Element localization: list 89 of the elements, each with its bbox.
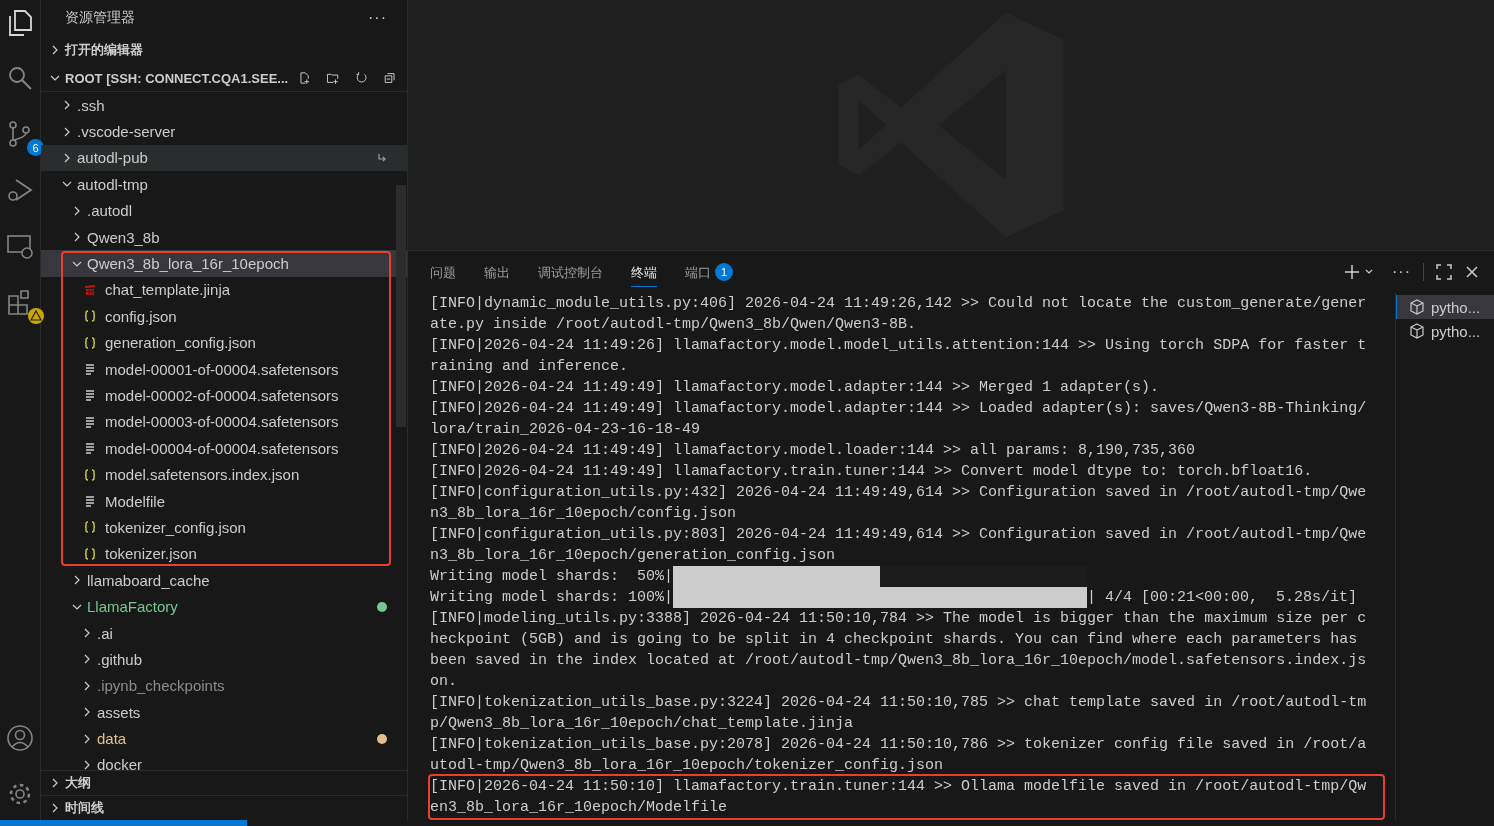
terminal-line: utodl-tmp/Qwen3_8b_lora_16r_10epoch/tokenizer_config.json: [430, 756, 945, 776]
terminal-line: n3_8b_lora_16r_10epoch/generation_config.json: [430, 546, 837, 566]
file-tree-item[interactable]: model.safetensors.index.json: [41, 461, 407, 488]
file-tree-item[interactable]: model-00003-of-00004.safetensors: [41, 408, 407, 436]
section-header[interactable]: 打开的编辑器: [41, 37, 407, 63]
panel-tab[interactable]: 端口: [685, 257, 711, 287]
folder-tree-item[interactable]: data: [41, 725, 407, 752]
terminal-line: en3_8b_lora_16r_10epoch/Modelfile: [430, 798, 729, 818]
account-icon[interactable]: [6, 724, 34, 752]
text-lines-icon: [83, 441, 97, 456]
terminal-tab[interactable]: pytho...: [1396, 319, 1494, 343]
terminal-text: | 4/4 [00:21<00:00, 5.28s/it]: [1087, 588, 1358, 608]
file-tree-item[interactable]: model-00002-of-00004.safetensors: [41, 382, 407, 409]
folder-tree-item[interactable]: llamaboard_cache: [41, 567, 407, 594]
file-tree-item[interactable]: tokenizer.json: [41, 540, 407, 568]
cube-icon: [1409, 323, 1425, 339]
add-icon[interactable]: [1344, 264, 1360, 280]
remote-explorer-icon[interactable]: [6, 232, 34, 260]
braces-icon: [83, 546, 97, 561]
terminal-line: [INFO|configuration_utils.py:432] 2026-04-24 11:49:49,614 >> Configuration saved in /root/autodl-tmp/Qwe: [430, 483, 1368, 503]
terminal-line: ate.py inside /root/autodl-tmp/Qwen3_8b/Qwen/Qwen3-8B.: [430, 315, 918, 335]
text-lines-icon: [83, 388, 97, 403]
new-file-icon[interactable]: [298, 69, 312, 87]
terminal-text: Writing model shards: 50%|: [430, 567, 674, 587]
folder-tree-item[interactable]: Qwen3_8b: [41, 223, 407, 251]
text-lines-icon: [83, 494, 97, 509]
terminal-line: [INFO|2026-04-24 11:49:49] llamafactory.model.loader:144 >> all params: 8,190,735,360: [430, 441, 1197, 461]
file-tree-item[interactable]: chat_template.jinja: [41, 276, 407, 304]
folder-tree-item[interactable]: autodl-tmp: [41, 171, 407, 198]
braces-icon: [83, 520, 97, 535]
panel-tab[interactable]: 调试控制台: [538, 257, 603, 287]
section-header[interactable]: ROOT [SSH: CONNECT.CQA1.SEE...: [41, 65, 407, 92]
braces-icon: [83, 335, 97, 350]
folder-tree-item[interactable]: .github: [41, 646, 407, 673]
explorer-title: 资源管理器: [65, 8, 136, 27]
file-tree-item[interactable]: config.json: [41, 303, 407, 330]
folder-tree-item[interactable]: Qwen3_8b_lora_16r_10epoch: [41, 250, 407, 277]
file-tree-item[interactable]: model-00001-of-00004.safetensors: [41, 355, 407, 383]
terminal-line: [INFO|tokenization_utils_base.py:2078] 2026-04-24 11:50:10,786 >> tokenizer config file saved in /root/a: [430, 735, 1368, 755]
folder-tree-item[interactable]: .ssh: [41, 92, 407, 119]
terminal-line: [INFO|2026-04-24 11:49:49] llamafactory.model.adapter:144 >> Merged 1 adapter(s).: [430, 378, 1161, 398]
file-tree-item[interactable]: tokenizer_config.json: [41, 514, 407, 541]
folder-tree-item[interactable]: docker: [41, 751, 407, 770]
terminal-line: raining and inference.: [430, 357, 630, 377]
terminal-line: [INFO|2026-04-24 11:49:49] llamafactory.train.tuner:144 >> Convert model dtype to: torch.bfloat16.: [430, 462, 1314, 482]
close-icon[interactable]: [1464, 264, 1480, 280]
panel-tab[interactable]: 输出: [484, 257, 510, 287]
file-tree-item[interactable]: model-00004-of-00004.safetensors: [41, 435, 407, 462]
jinja-file-icon: [83, 282, 97, 297]
scrollbar-thumb[interactable]: [396, 185, 406, 427]
folder-tree-item[interactable]: .autodl: [41, 197, 407, 224]
terminal-line: heckpoint (5GB) and is going to be split in 4 checkpoint shards. You can find where each parameters has: [430, 630, 1359, 650]
terminal-line: n3_8b_lora_16r_10epoch/config.json: [430, 504, 738, 524]
text-lines-icon: [83, 362, 97, 377]
search-icon[interactable]: [6, 64, 34, 92]
terminal-tab[interactable]: pytho...: [1396, 295, 1494, 319]
folder-tree-item[interactable]: LlamaFactory: [41, 593, 407, 620]
terminal-line: [INFO|dynamic_module_utils.py:406] 2026-04-24 11:49:26,142 >> Could not locate the custom_generate/gener: [430, 294, 1368, 314]
run-debug-icon[interactable]: [6, 176, 34, 204]
panel-tab[interactable]: 问题: [430, 257, 456, 287]
file-tree-item[interactable]: Modelfile: [41, 487, 407, 515]
file-tree-item[interactable]: generation_config.json: [41, 329, 407, 356]
terminal-line: p/Qwen3_8b_lora_16r_10epoch/chat_template.jinja: [430, 714, 855, 734]
text-lines-icon: [83, 414, 97, 429]
maximize-icon[interactable]: [1436, 264, 1452, 280]
folder-tree-item[interactable]: .ai: [41, 619, 407, 647]
panel-tab[interactable]: 终端: [631, 257, 657, 287]
count-badge: 1: [715, 263, 733, 281]
terminal-line: [INFO|modeling_utils.py:3388] 2026-04-24 11:50:10,784 >> The model is bigger than the maximum size per c: [430, 609, 1368, 629]
terminal-line: [INFO|tokenization_utils_base.py:3224] 2026-04-24 11:50:10,785 >> chat template saved in /root/autodl-tm: [430, 693, 1368, 713]
terminal-line: [INFO|2026-04-24 11:49:26] llamafactory.model.model_utils.attention:144 >> Using torch SDPA for faster t: [430, 336, 1368, 356]
folder-tree-item[interactable]: .ipynb_checkpoints: [41, 672, 407, 699]
terminal-text: Writing model shards: 100%|: [430, 588, 674, 608]
section-header[interactable]: 大纲: [41, 770, 407, 795]
terminal-line: [INFO|2026-04-24 11:49:49] llamafactory.model.adapter:144 >> Loaded adapter(s): saves/Qwen3-8B-Thinking/: [430, 399, 1368, 419]
more-actions-button[interactable]: ···: [1392, 263, 1411, 281]
terminal-line: been saved in the index located at /root/autodl-tmp/Qwen3_8b_lora_16r_10epoch/model.safetensors.index.js: [430, 651, 1368, 671]
terminal-line: [INFO|configuration_utils.py:803] 2026-04-24 11:49:49,614 >> Configuration saved in /root/autodl-tmp/Qwe: [430, 525, 1368, 545]
cube-icon: [1409, 299, 1425, 315]
folder-tree-item[interactable]: .vscode-server: [41, 118, 407, 145]
folder-tree-item[interactable]: assets: [41, 699, 407, 726]
terminal-line: [INFO|2026-04-24 11:50:10] llamafactory.train.tuner:144 >> Ollama modelfile saved in /root/autodl-tmp/Qw: [430, 777, 1368, 797]
terminal-line: on.: [430, 672, 458, 692]
braces-icon: [83, 309, 97, 324]
terminal-line: lora/train_2026-04-23-16-18-49: [430, 420, 702, 440]
files-icon[interactable]: [6, 8, 34, 36]
braces-icon: [83, 467, 97, 482]
folder-tree-item[interactable]: autodl-pub: [41, 144, 407, 172]
more-actions-button[interactable]: ···: [368, 8, 387, 27]
